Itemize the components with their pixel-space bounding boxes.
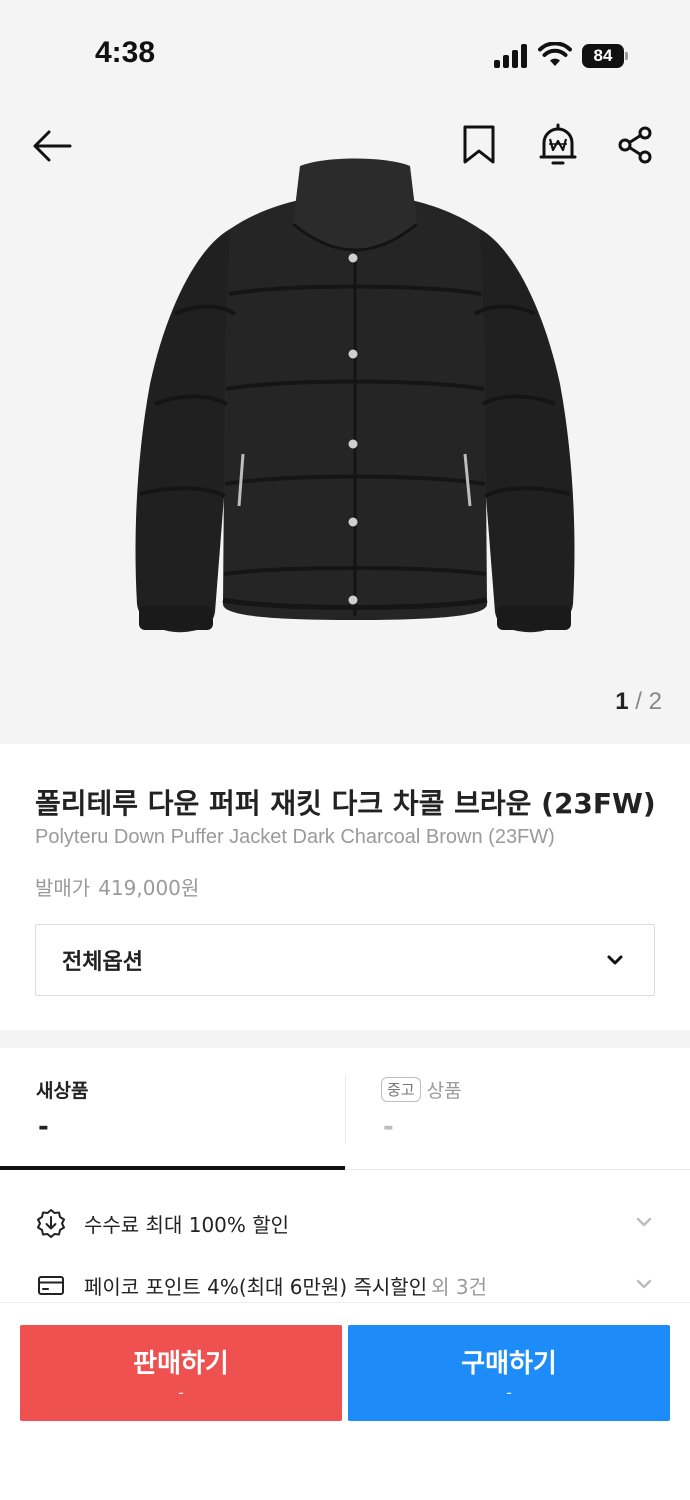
- chevron-down-icon: [636, 1217, 652, 1227]
- release-price: 발매가 419,000원: [35, 872, 199, 901]
- tab-used-title-row: 중고 상품: [381, 1076, 462, 1103]
- buy-button-price: -: [506, 1383, 512, 1402]
- share-icon: [618, 126, 652, 164]
- sell-button-label: 판매하기: [133, 1349, 229, 1379]
- size-option-label: 전체옵션: [62, 950, 143, 975]
- release-price-value: 419,000원: [98, 876, 200, 900]
- wifi-icon: [538, 42, 572, 66]
- share-button[interactable]: [612, 122, 658, 168]
- gallery-total-pages: 2: [648, 688, 662, 715]
- bottom-action-bar: 판매하기 - 구매하기 -: [0, 1302, 690, 1500]
- tab-new-price: -: [38, 1112, 49, 1142]
- battery-icon: 84: [582, 44, 628, 68]
- battery-level: 84: [582, 44, 624, 68]
- benefit-payco-row: 페이코 포인트 4%(최대 6만원) 즉시할인 외 3건: [84, 1271, 487, 1300]
- benefit-more-count: 외 3건: [431, 1275, 487, 1299]
- tab-active-indicator: [0, 1166, 345, 1170]
- back-button[interactable]: [28, 124, 76, 168]
- product-title-english: Polyteru Down Puffer Jacket Dark Charcoa…: [35, 826, 555, 848]
- sell-button[interactable]: 판매하기 -: [20, 1325, 342, 1421]
- tab-used-title: 상품: [426, 1080, 462, 1102]
- chevron-down-icon: [607, 955, 623, 965]
- discount-badge-icon: [37, 1209, 65, 1238]
- product-title-korean: 폴리테루 다운 퍼퍼 재킷 다크 차콜 브라운 (23FW): [35, 787, 656, 820]
- gallery-pager: 1 / 2: [615, 688, 662, 716]
- used-badge: 중고: [381, 1077, 421, 1102]
- benefit-fee-text: 수수료 최대 100% 할인: [84, 1213, 290, 1237]
- gallery-page-separator: /: [628, 688, 649, 715]
- gallery-current-page: 1: [615, 688, 629, 715]
- tab-new-title: 새상품: [36, 1080, 89, 1102]
- status-time: 4:38: [95, 36, 156, 69]
- product-image-gallery[interactable]: 1 / 2: [0, 110, 690, 744]
- chevron-down-icon: [636, 1279, 652, 1289]
- back-arrow-icon: [33, 130, 72, 162]
- buy-button-label: 구매하기: [461, 1349, 557, 1379]
- product-jacket-image: [135, 158, 575, 633]
- card-icon: [38, 1276, 64, 1295]
- tab-new-product[interactable]: 새상품 -: [0, 1048, 345, 1170]
- tab-used-price: -: [383, 1112, 394, 1142]
- tab-used-product[interactable]: 중고 상품 -: [345, 1048, 690, 1170]
- buy-button[interactable]: 구매하기 -: [348, 1325, 670, 1421]
- size-option-select[interactable]: 전체옵션: [35, 924, 655, 996]
- status-bar: 4:38 84: [0, 0, 690, 110]
- sell-button-price: -: [178, 1383, 184, 1402]
- release-price-label: 발매가: [35, 876, 91, 900]
- benefit-fee-discount[interactable]: 수수료 최대 100% 할인: [0, 1192, 690, 1252]
- signal-icon: [494, 44, 530, 68]
- benefit-payco-text: 페이코 포인트 4%(최대 6만원) 즉시할인: [84, 1275, 428, 1299]
- section-divider: [0, 1030, 690, 1048]
